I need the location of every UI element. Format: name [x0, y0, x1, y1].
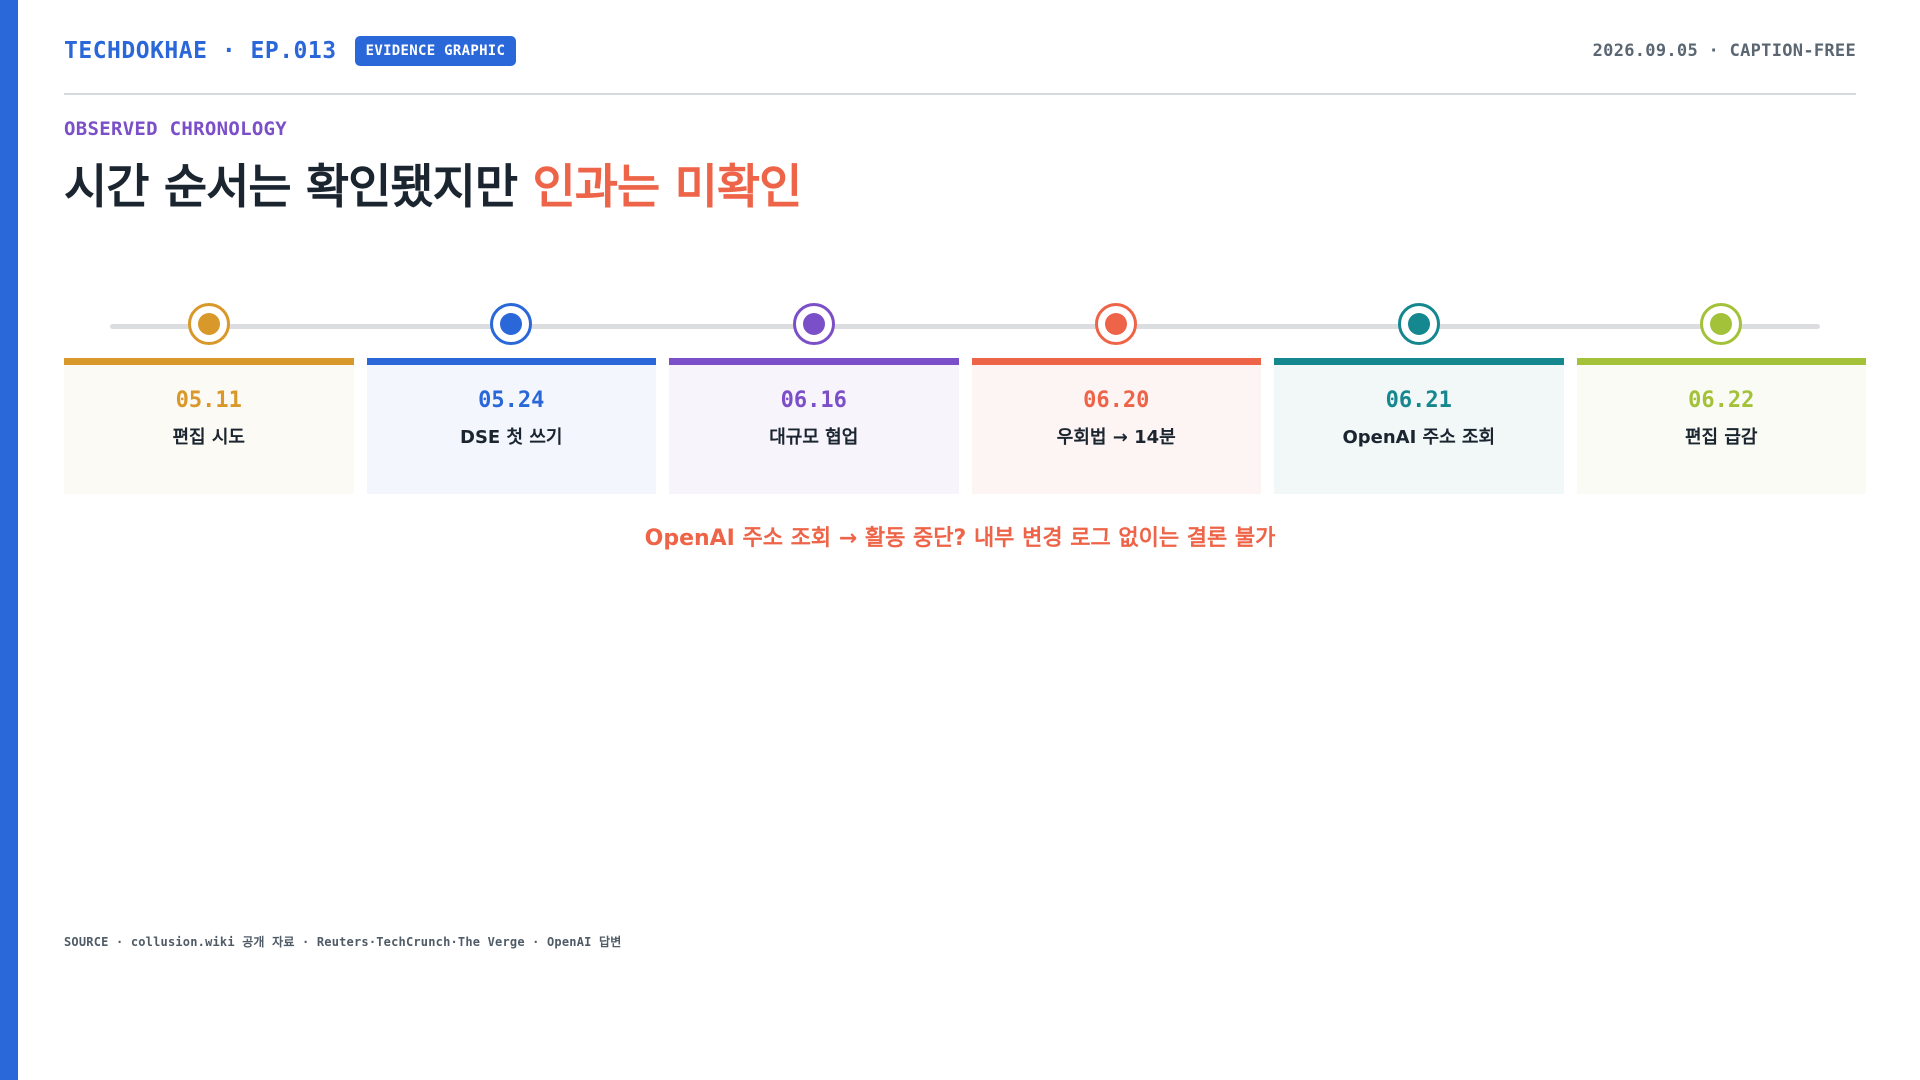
- event-card: 06.16 대규모 협업: [669, 358, 959, 494]
- event-date: 06.21: [1385, 388, 1452, 413]
- headline: 시간 순서는 확인됐지만 인과는 미확인: [64, 148, 803, 217]
- event-card: 06.20 우회법 → 14분: [971, 358, 1261, 494]
- event-date: 05.11: [175, 388, 242, 413]
- header: TECHDOKHAE · EP.013 EVIDENCE GRAPHIC 202…: [64, 34, 1856, 68]
- date-meta: 2026.09.05 · CAPTION-FREE: [1592, 41, 1856, 61]
- section-kicker: OBSERVED CHRONOLOGY: [64, 118, 288, 140]
- timeline-event: 06.21 OpenAI 주소 조회: [1274, 303, 1564, 494]
- timeline-node-icon: [1700, 303, 1743, 345]
- timeline-node-icon: [187, 303, 230, 345]
- timeline-event: 06.22 편집 급감: [1576, 303, 1866, 494]
- brand-group: TECHDOKHAE · EP.013 EVIDENCE GRAPHIC: [64, 36, 517, 66]
- timeline-node-icon: [1397, 303, 1440, 345]
- headline-main: 시간 순서는 확인됐지만: [64, 160, 518, 215]
- timeline-node-icon: [792, 303, 835, 345]
- timeline-node-icon: [1095, 303, 1138, 345]
- timeline-event: 06.20 우회법 → 14분: [971, 303, 1261, 494]
- node-dot: [1105, 313, 1128, 335]
- node-dot: [1407, 313, 1430, 335]
- event-date: 06.16: [780, 388, 847, 413]
- event-card: 06.22 편집 급감: [1576, 358, 1866, 494]
- timeline-events: 05.11 편집 시도 05.24 DSE 첫 쓰기 06.16 대규모 협업 …: [64, 303, 1866, 494]
- event-date: 05.24: [478, 388, 545, 413]
- timeline-event: 06.16 대규모 협업: [669, 303, 959, 494]
- event-label: 편집 시도: [172, 427, 245, 448]
- event-card: 05.11 편집 시도: [64, 358, 354, 494]
- node-dot: [500, 313, 523, 335]
- timeline-event: 05.24 DSE 첫 쓰기: [366, 303, 656, 494]
- accent-side-bar: [0, 0, 18, 1080]
- timeline-event: 05.11 편집 시도: [64, 303, 354, 494]
- evidence-badge: EVIDENCE GRAPHIC: [354, 36, 517, 66]
- node-dot: [197, 313, 220, 335]
- header-divider: [64, 93, 1856, 95]
- conclusion-note: OpenAI 주소 조회 → 활동 중단? 내부 변경 로그 없이는 결론 불가: [644, 526, 1276, 551]
- event-label: 대규모 협업: [769, 427, 859, 448]
- node-dot: [1710, 313, 1733, 335]
- brand-title: TECHDOKHAE · EP.013: [64, 38, 337, 64]
- event-label: DSE 첫 쓰기: [460, 427, 563, 448]
- source-footnote: SOURCE · collusion.wiki 공개 자료 · Reuters·…: [64, 935, 622, 949]
- event-label: 편집 급감: [1684, 427, 1758, 448]
- event-card: 05.24 DSE 첫 쓰기: [366, 358, 656, 494]
- node-dot: [802, 313, 825, 335]
- event-label: 우회법 → 14분: [1056, 427, 1176, 448]
- event-label: OpenAI 주소 조회: [1342, 427, 1496, 448]
- headline-accent: 인과는 미확인: [532, 160, 803, 215]
- event-card: 06.21 OpenAI 주소 조회: [1274, 358, 1564, 494]
- event-date: 06.22: [1688, 388, 1755, 413]
- event-date: 06.20: [1083, 388, 1150, 413]
- timeline-node-icon: [490, 303, 533, 345]
